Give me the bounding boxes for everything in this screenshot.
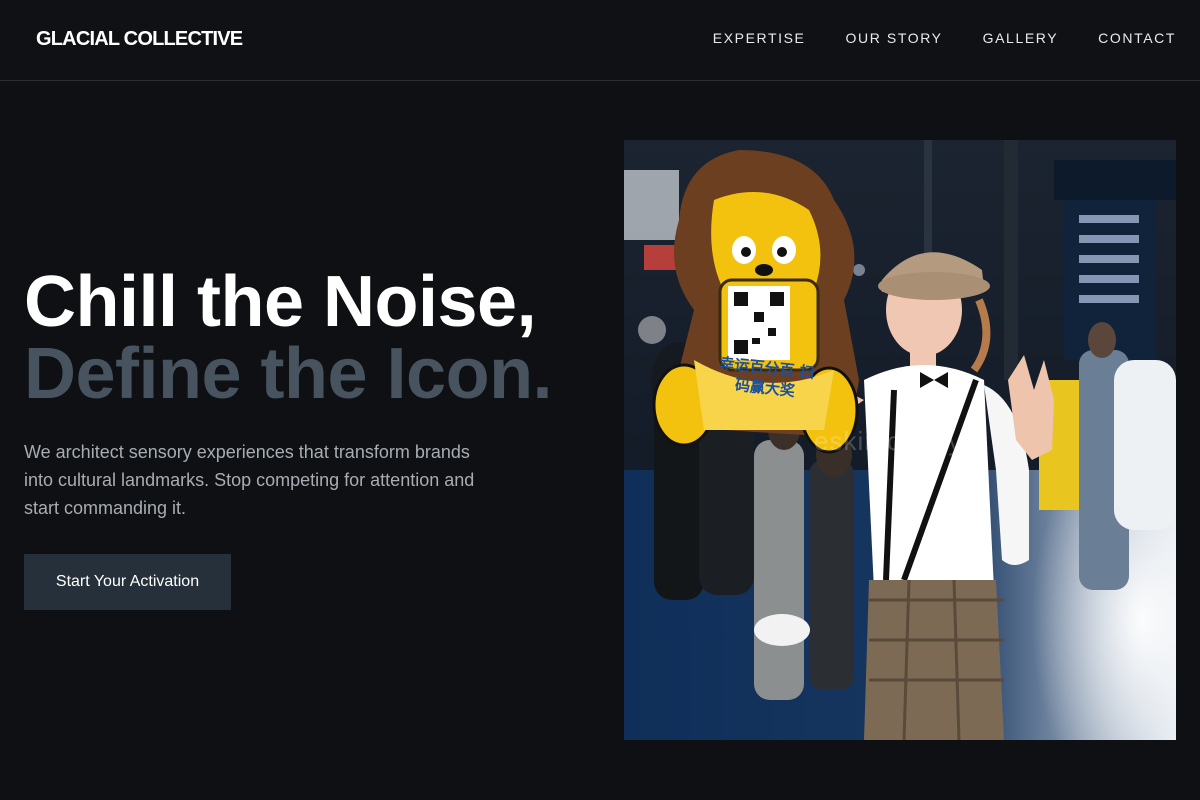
nav-link-contact[interactable]: CONTACT bbox=[1098, 30, 1176, 46]
brand-logo[interactable]: GLACIAL COLLECTIVE bbox=[36, 28, 243, 51]
hero-description: We architect sensory experiences that tr… bbox=[24, 442, 475, 518]
hero-title-line-2: Define the Icon. bbox=[24, 334, 553, 414]
nav-link-gallery[interactable]: GALLERY bbox=[983, 30, 1059, 46]
start-activation-button[interactable]: Start Your Activation bbox=[24, 554, 231, 610]
hero-photo: 幸运百分百 扫码赢大奖 eskimo.tokyo bbox=[624, 140, 1176, 740]
hero-title: Chill the Noise, Define the Icon. bbox=[24, 262, 553, 414]
top-navigation: GLACIAL COLLECTIVE EXPERTISE OUR STORY G… bbox=[0, 0, 1200, 81]
nav-link-our-story[interactable]: OUR STORY bbox=[846, 30, 943, 46]
photo-watermark: eskimo.tokyo bbox=[814, 426, 978, 456]
nav-links: EXPERTISE OUR STORY GALLERY CONTACT bbox=[713, 30, 1176, 46]
nav-link-expertise[interactable]: EXPERTISE bbox=[713, 30, 806, 46]
hero-title-line-1: Chill the Noise, bbox=[24, 262, 537, 342]
